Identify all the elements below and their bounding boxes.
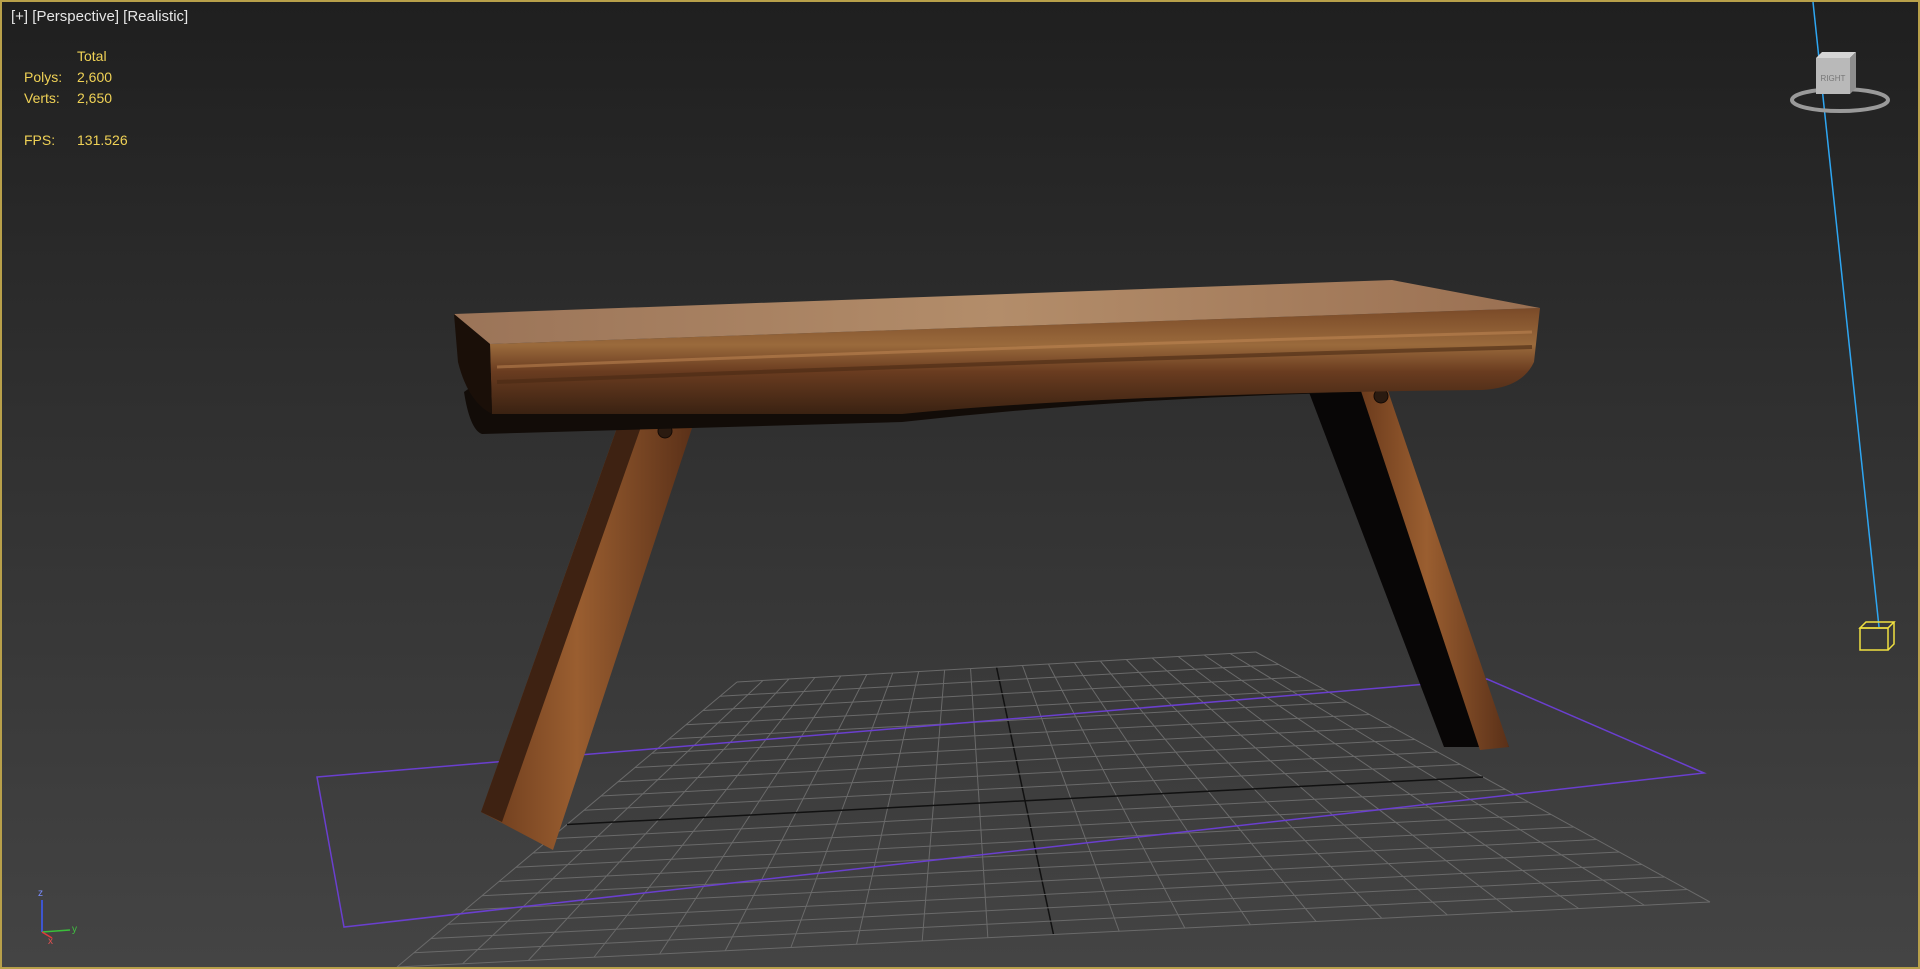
grid-line	[702, 676, 1302, 711]
perspective-viewport[interactable]: [+] [Perspective] [Realistic] Total Poly…	[0, 0, 1920, 969]
grid-line	[634, 726, 1393, 768]
viewcube[interactable]: RIGHT	[1788, 44, 1898, 124]
fps-value: 131.526	[77, 132, 128, 148]
scene-canvas[interactable]	[2, 2, 1918, 967]
verts-value: 2,650	[77, 90, 113, 106]
grid-line	[583, 764, 1461, 811]
grid-line	[566, 776, 1484, 826]
grid-line	[719, 664, 1279, 697]
grid-line	[430, 876, 1665, 939]
viewport-label[interactable]: [+] [Perspective] [Realistic]	[11, 8, 188, 25]
stats-header: Total	[77, 48, 107, 64]
axis-tripod: z x y	[38, 888, 77, 944]
viewport-menu-plus[interactable]: [+]	[11, 8, 28, 25]
light-target-icon[interactable]	[1858, 621, 1896, 651]
viewcube-face-label: RIGHT	[1821, 74, 1846, 83]
statistics-overlay: Total Polys: 2,600 Verts: 2,650 FPS: 131…	[24, 48, 184, 153]
polys-value: 2,600	[77, 69, 113, 85]
bench-model[interactable]	[454, 280, 1540, 850]
verts-label: Verts:	[24, 90, 60, 106]
axis-x-label: x	[48, 936, 53, 944]
fps-label: FPS:	[24, 132, 56, 148]
grid-line	[617, 739, 1415, 783]
grid-line	[736, 651, 1257, 683]
grid-line	[498, 826, 1574, 882]
grid-line	[549, 789, 1506, 840]
polys-label: Polys:	[24, 69, 63, 85]
axis-y-label: y	[72, 924, 77, 935]
grid-line	[600, 751, 1438, 797]
grid-line	[396, 901, 1711, 967]
axis-z-label: z	[38, 888, 43, 899]
grid-line	[515, 814, 1552, 868]
grid-line	[413, 889, 1688, 954]
viewport-view-menu[interactable]: [Perspective]	[32, 8, 119, 25]
viewport-shading-menu[interactable]: [Realistic]	[123, 8, 188, 25]
